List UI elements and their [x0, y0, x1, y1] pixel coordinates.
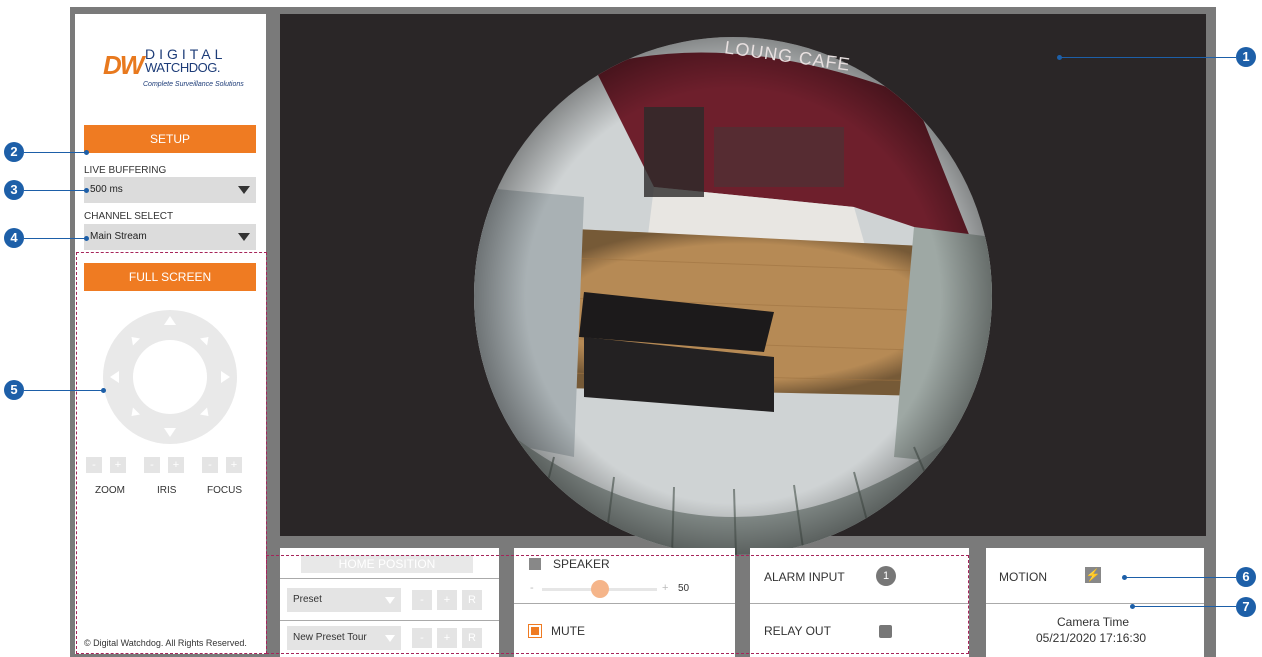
channel-select-value: Main Stream [90, 231, 147, 242]
bottom-controls-highlight [266, 555, 969, 654]
callout-6-line [1124, 577, 1236, 578]
camera-time-label: Camera Time [1057, 615, 1130, 629]
callout-2-line [24, 152, 86, 153]
callout-1-line [1059, 57, 1236, 58]
callout-3-dot [84, 188, 89, 193]
live-buffering-value: 500 ms [90, 184, 123, 195]
chevron-down-icon [238, 233, 250, 241]
camera-time-value: 05/21/2020 17:16:30 [1036, 631, 1147, 645]
callout-7: 7 [1236, 597, 1256, 617]
callout-5: 5 [4, 380, 24, 400]
callout-7-line [1132, 606, 1236, 607]
callout-3: 3 [4, 180, 24, 200]
logo-tagline: Complete Surveillance Solutions [143, 81, 244, 88]
ptz-control-highlight [76, 252, 267, 654]
divider [986, 603, 1204, 604]
callout-5-dot [101, 388, 106, 393]
channel-select-label: CHANNEL SELECT [84, 211, 174, 222]
callout-5-line [24, 390, 104, 391]
channel-select[interactable]: Main Stream [84, 224, 256, 250]
motion-running-icon: ⚡ [1085, 567, 1101, 583]
logo-mark: DW [103, 50, 144, 80]
callout-3-line [24, 190, 86, 191]
motion-label: MOTION [999, 570, 1047, 584]
callout-6: 6 [1236, 567, 1256, 587]
live-buffering-label: LIVE BUFFERING [84, 165, 167, 176]
live-buffering-select[interactable]: 500 ms [84, 177, 256, 203]
callout-2: 2 [4, 142, 24, 162]
callout-1: 1 [1236, 47, 1256, 67]
callout-4-line [24, 238, 86, 239]
chevron-down-icon [238, 186, 250, 194]
callout-4-dot [84, 236, 89, 241]
setup-button[interactable]: SETUP [84, 125, 256, 153]
logo-line2: WATCHDOG. [145, 60, 220, 75]
fisheye-video-image [474, 37, 992, 555]
callout-4: 4 [4, 228, 24, 248]
callout-2-dot [84, 150, 89, 155]
digital-watchdog-logo: DW DIGITAL WATCHDOG. Complete Surveillan… [103, 44, 244, 94]
